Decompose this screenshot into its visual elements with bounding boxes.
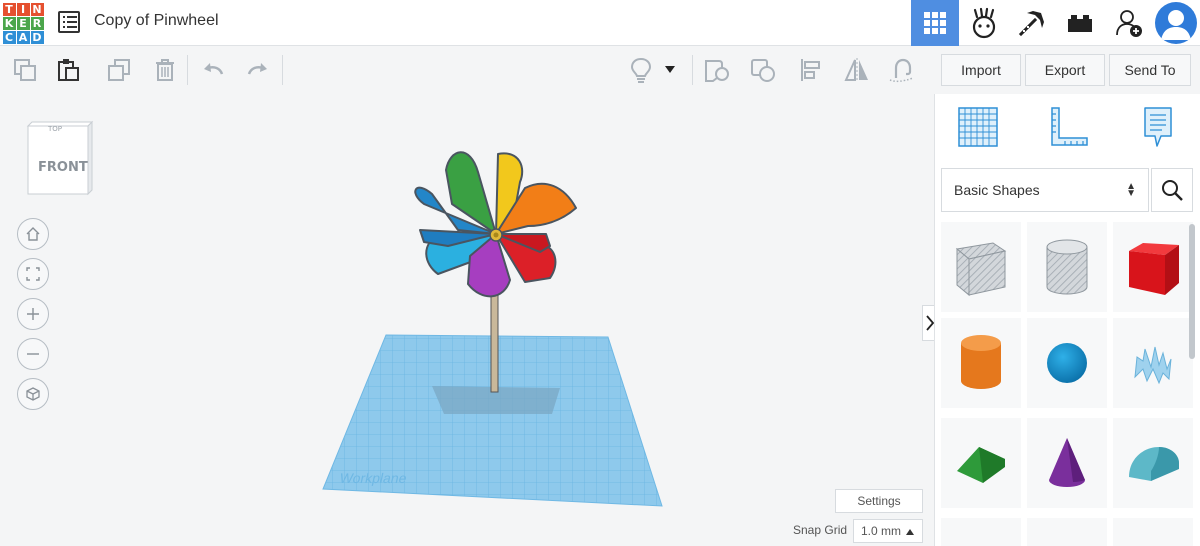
shape-cell[interactable] <box>941 518 1021 546</box>
logo-letter: T <box>2 2 16 16</box>
send-to-button[interactable]: Send To <box>1109 54 1191 86</box>
mirror-icon[interactable] <box>842 55 872 85</box>
3d-design-grid-icon[interactable] <box>911 0 959 46</box>
edit-toolbar <box>0 47 930 93</box>
home-view-button[interactable] <box>17 218 49 250</box>
select-arrows-icon: ▲ ▼ <box>1126 181 1136 199</box>
import-button[interactable]: Import <box>941 54 1021 86</box>
panel-scrollbar[interactable] <box>1189 224 1195 359</box>
shape-cylinder-hole[interactable] <box>1027 222 1107 312</box>
chevron-up-icon <box>906 529 914 535</box>
redo-icon[interactable] <box>243 55 273 85</box>
logo-letter: D <box>30 30 44 44</box>
logo-letter: I <box>16 2 30 16</box>
logo-letter: A <box>16 30 30 44</box>
shape-round-roof[interactable] <box>1113 418 1193 508</box>
undo-icon[interactable] <box>198 55 228 85</box>
logo-letter: R <box>30 16 44 30</box>
shape-box-hole[interactable] <box>941 222 1021 312</box>
view-cube-top-label[interactable]: TOP <box>48 125 62 133</box>
perspective-toggle-button[interactable] <box>17 378 49 410</box>
snap-grid-label: Snap Grid <box>793 523 848 537</box>
shape-cell[interactable] <box>1027 518 1107 546</box>
zoom-out-button[interactable] <box>17 338 49 370</box>
design-title[interactable]: Copy of Pinwheel <box>94 12 219 30</box>
chevron-right-icon <box>926 315 934 331</box>
group-icon[interactable] <box>702 55 732 85</box>
ruler-icon[interactable] <box>1043 102 1093 152</box>
chevron-down-icon[interactable] <box>662 55 678 85</box>
add-user-icon[interactable] <box>1105 0 1153 46</box>
duplicate-icon[interactable] <box>104 55 134 85</box>
lightbulb-icon[interactable] <box>626 55 656 85</box>
ungroup-icon[interactable] <box>748 55 778 85</box>
shape-category-value: Basic Shapes <box>954 182 1040 198</box>
scene-3d[interactable] <box>320 134 670 509</box>
shape-search-button[interactable] <box>1151 168 1193 212</box>
logo-letter: E <box>16 16 30 30</box>
shape-cell[interactable] <box>1113 518 1193 546</box>
design-canvas[interactable]: TOP FRONT Workplane <box>0 94 930 546</box>
fit-view-button[interactable] <box>17 258 49 290</box>
shape-roof[interactable] <box>941 418 1021 508</box>
notes-icon[interactable] <box>1133 102 1183 152</box>
design-list-icon[interactable] <box>58 11 80 33</box>
export-button[interactable]: Export <box>1025 54 1105 86</box>
snap-grid-value: 1.0 mm <box>861 524 902 538</box>
shape-cylinder[interactable] <box>941 318 1021 408</box>
logo-letter: K <box>2 16 16 30</box>
circuits-icon[interactable] <box>960 0 1008 46</box>
shape-cone[interactable] <box>1027 418 1107 508</box>
brick-icon[interactable] <box>1056 0 1104 46</box>
workplane-icon[interactable] <box>953 102 1003 152</box>
delete-icon[interactable] <box>150 55 180 85</box>
shape-sphere[interactable] <box>1027 318 1107 408</box>
paste-icon[interactable] <box>53 55 83 85</box>
copy-icon[interactable] <box>10 55 40 85</box>
zoom-in-button[interactable] <box>17 298 49 330</box>
file-actions: Import Export Send To <box>934 47 1200 93</box>
workplane-label: Workplane <box>338 470 409 486</box>
snap-grid-select[interactable]: 1.0 mm <box>853 519 923 543</box>
user-avatar-icon[interactable] <box>1155 2 1197 44</box>
cruise-icon[interactable] <box>886 55 916 85</box>
logo-letter: N <box>30 2 44 16</box>
shape-scribble[interactable] <box>1113 318 1193 408</box>
logo-letter: C <box>2 30 16 44</box>
shape-box[interactable] <box>1113 222 1193 312</box>
shapes-panel: Basic Shapes ▲ ▼ <box>934 94 1200 546</box>
tinkercad-logo[interactable]: T I N K E R C A D <box>2 2 44 44</box>
pinwheel-model[interactable] <box>414 151 577 298</box>
view-cube-front-label[interactable]: FRONT <box>38 160 88 175</box>
top-header: T I N K E R C A D Copy of Pinwheel <box>0 0 1200 46</box>
search-icon <box>1162 180 1183 201</box>
minecraft-pickaxe-icon[interactable] <box>1008 0 1056 46</box>
settings-button[interactable]: Settings <box>835 489 923 513</box>
shape-category-select[interactable]: Basic Shapes ▲ ▼ <box>941 168 1149 212</box>
align-icon[interactable] <box>796 55 826 85</box>
